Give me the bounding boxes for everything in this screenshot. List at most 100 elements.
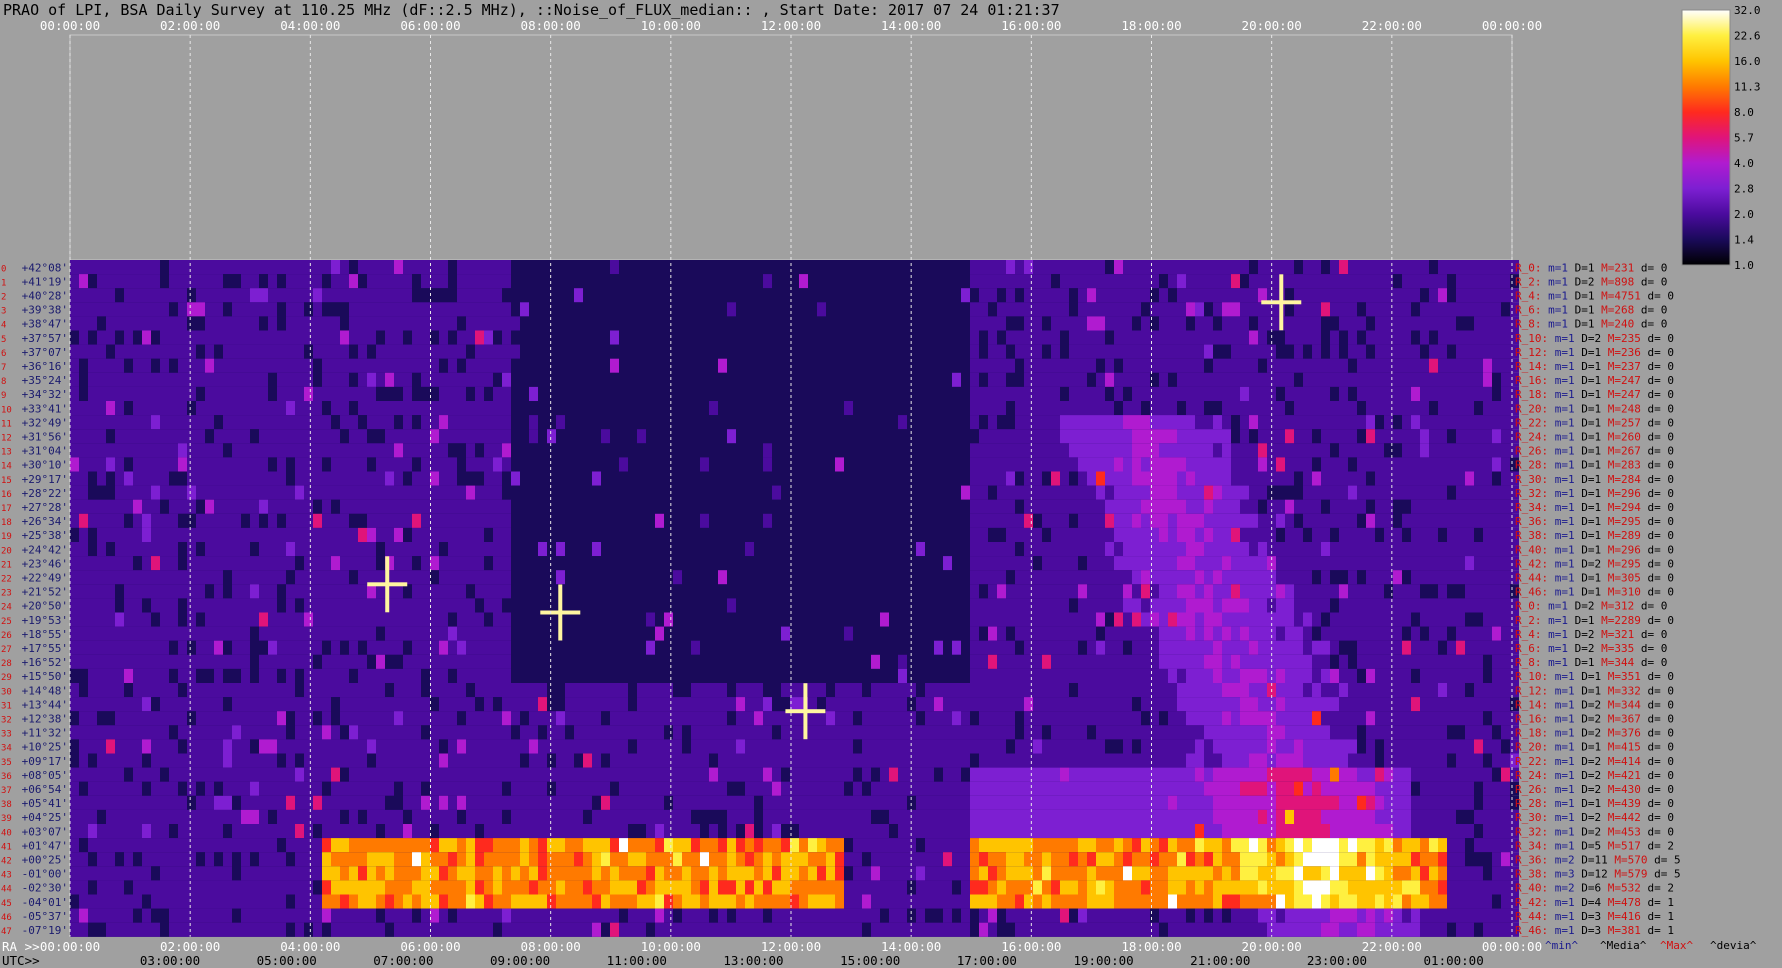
heatmap-cell [1366,668,1375,683]
heatmap-cell [1393,584,1402,599]
heatmap-cell [979,302,988,317]
heatmap-cell [799,584,808,599]
heatmap-cell [1429,443,1438,458]
heatmap-cell [223,330,232,345]
heatmap-cell [340,513,349,528]
heatmap-cell [655,570,664,585]
heatmap-cell [223,513,232,528]
heatmap-cell [817,654,826,669]
heatmap-cell [817,457,826,472]
heatmap-cell [1231,443,1240,458]
heatmap-cell [1132,513,1141,528]
heatmap-cell [1357,640,1366,655]
heatmap-cell [295,316,304,331]
heatmap-cell [1330,542,1339,557]
heatmap-cell [106,415,115,430]
heatmap-cell [358,260,367,275]
heatmap-cell [1438,570,1447,585]
heatmap-cell [277,640,286,655]
heatmap-cell [709,358,718,373]
heatmap-cell [493,302,502,317]
heatmap-cell [799,612,808,627]
heatmap-cell [1177,612,1186,627]
heatmap-cell [1258,626,1267,641]
heatmap-cell [601,471,610,486]
heatmap-cell [88,513,97,528]
heatmap-cell [331,302,340,317]
heatmap-cell [502,443,511,458]
heatmap-cell [1285,683,1294,698]
heatmap-cell [268,513,277,528]
heatmap-cell [646,668,655,683]
heatmap-cell [1195,429,1204,444]
heatmap-cell [934,584,943,599]
heatmap-cell [286,372,295,387]
heatmap-cell [1015,401,1024,416]
heatmap-cell [844,640,853,655]
heatmap-cell [1114,415,1123,430]
heatmap-cell [556,513,565,528]
heatmap-cell [502,401,511,416]
heatmap-cell [295,415,304,430]
heatmap-cell [736,330,745,345]
heatmap-cell [1330,471,1339,486]
heatmap-cell [781,288,790,303]
heatmap-cell [1042,584,1051,599]
heatmap-cell [1465,668,1474,683]
heatmap-cell [484,358,493,373]
heatmap-cell [835,288,844,303]
heatmap-cell [475,612,484,627]
heatmap-cell [1492,499,1501,514]
heatmap-cell [718,288,727,303]
heatmap-cell [475,443,484,458]
heatmap-cell [790,626,799,641]
heatmap-cell [268,372,277,387]
heatmap-cell [250,330,259,345]
heatmap-cell [1375,457,1384,472]
heatmap-cell [178,386,187,401]
heatmap-cell [421,443,430,458]
heatmap-cell [430,640,439,655]
heatmap-cell [601,443,610,458]
heatmap-cell [358,542,367,557]
heatmap-cell [223,401,232,416]
heatmap-cell [1258,612,1267,627]
heatmap-cell [1285,372,1294,387]
heatmap-cell [565,513,574,528]
heatmap-cell [1339,640,1348,655]
heatmap-cell [1474,542,1483,557]
heatmap-cell [1123,499,1132,514]
heatmap-cell [232,640,241,655]
heatmap-cell [484,570,493,585]
heatmap-cell [916,584,925,599]
heatmap-cell [1141,513,1150,528]
heatmap-cell [277,358,286,373]
heatmap-cell [466,598,475,613]
heatmap-cell [925,302,934,317]
heatmap-cell [1303,527,1312,542]
heatmap-cell [754,485,763,500]
heatmap-cell [1357,499,1366,514]
heatmap-cell [817,274,826,289]
heatmap-cell [889,570,898,585]
heatmap-cell [1015,499,1024,514]
heatmap-cell [1330,513,1339,528]
heatmap-cell [691,513,700,528]
heatmap-cell [259,612,268,627]
heatmap-cell [808,542,817,557]
heatmap-cell [1222,302,1231,317]
heatmap-cell [988,612,997,627]
heatmap-cell [313,556,322,571]
heatmap-cell [556,316,565,331]
heatmap-cell [565,358,574,373]
heatmap-cell [997,415,1006,430]
heatmap-cell [1393,372,1402,387]
heatmap-cell [448,612,457,627]
heatmap-cell [1105,316,1114,331]
heatmap-cell [1168,302,1177,317]
heatmap-cell [412,570,421,585]
heatmap-cell [133,683,142,698]
heatmap-cell [763,288,772,303]
heatmap-cell [268,668,277,683]
heatmap-cell [205,640,214,655]
